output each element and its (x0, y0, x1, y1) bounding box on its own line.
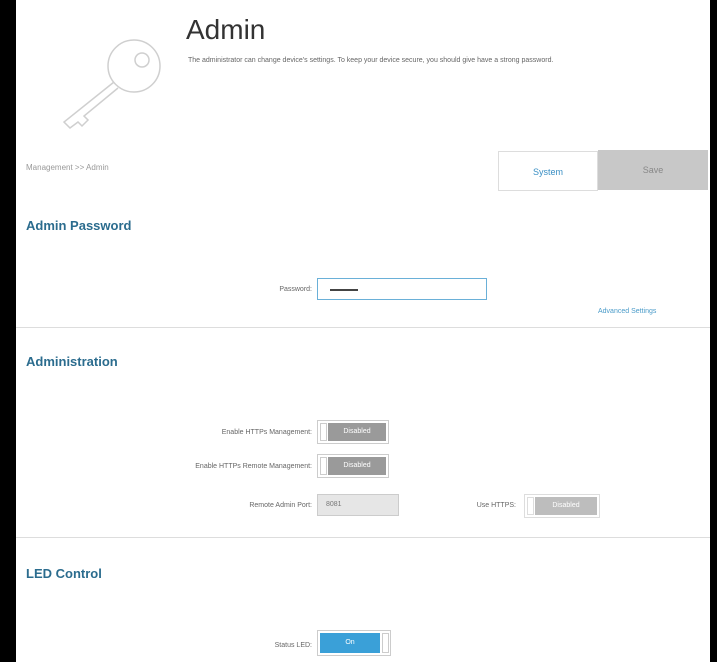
remote-admin-port-label: Remote Admin Port: (249, 502, 312, 509)
toggle-state: Disabled (328, 423, 386, 441)
admin-page: Admin The administrator can change devic… (16, 0, 710, 662)
password-input[interactable] (317, 278, 487, 300)
https-management-toggle[interactable]: Disabled (317, 420, 389, 444)
divider (16, 327, 710, 328)
admin-password-heading: Admin Password (26, 218, 132, 233)
status-led-toggle[interactable]: On (317, 630, 391, 656)
advanced-settings-link[interactable]: Advanced Settings (598, 308, 656, 315)
toggle-state: Disabled (328, 457, 386, 475)
toggle-knob (382, 633, 389, 653)
toggle-knob (320, 423, 327, 441)
administration-heading: Administration (26, 354, 118, 369)
page-description: The administrator can change device's se… (188, 57, 554, 64)
password-label: Password: (279, 286, 312, 293)
page-title: Admin (186, 14, 266, 45)
toggle-state: Disabled (535, 497, 597, 515)
https-management-label: Enable HTTPs Management: (221, 429, 312, 436)
led-control-heading: LED Control (26, 566, 102, 581)
use-https-label: Use HTTPS: (476, 502, 516, 509)
https-remote-management-toggle[interactable]: Disabled (317, 454, 389, 478)
toggle-state: On (320, 633, 380, 653)
password-mask (330, 289, 358, 291)
toggle-knob (320, 457, 327, 475)
system-button[interactable]: System (498, 151, 598, 191)
divider (16, 537, 710, 538)
remote-admin-port-input[interactable]: 8081 (317, 494, 399, 516)
toggle-knob (527, 497, 534, 515)
use-https-toggle[interactable]: Disabled (524, 494, 600, 518)
breadcrumb[interactable]: Management >> Admin (26, 163, 109, 172)
https-remote-management-label: Enable HTTPs Remote Management: (195, 463, 312, 470)
key-icon (62, 39, 161, 129)
save-button[interactable]: Save (598, 150, 708, 190)
status-led-label: Status LED: (274, 642, 312, 649)
